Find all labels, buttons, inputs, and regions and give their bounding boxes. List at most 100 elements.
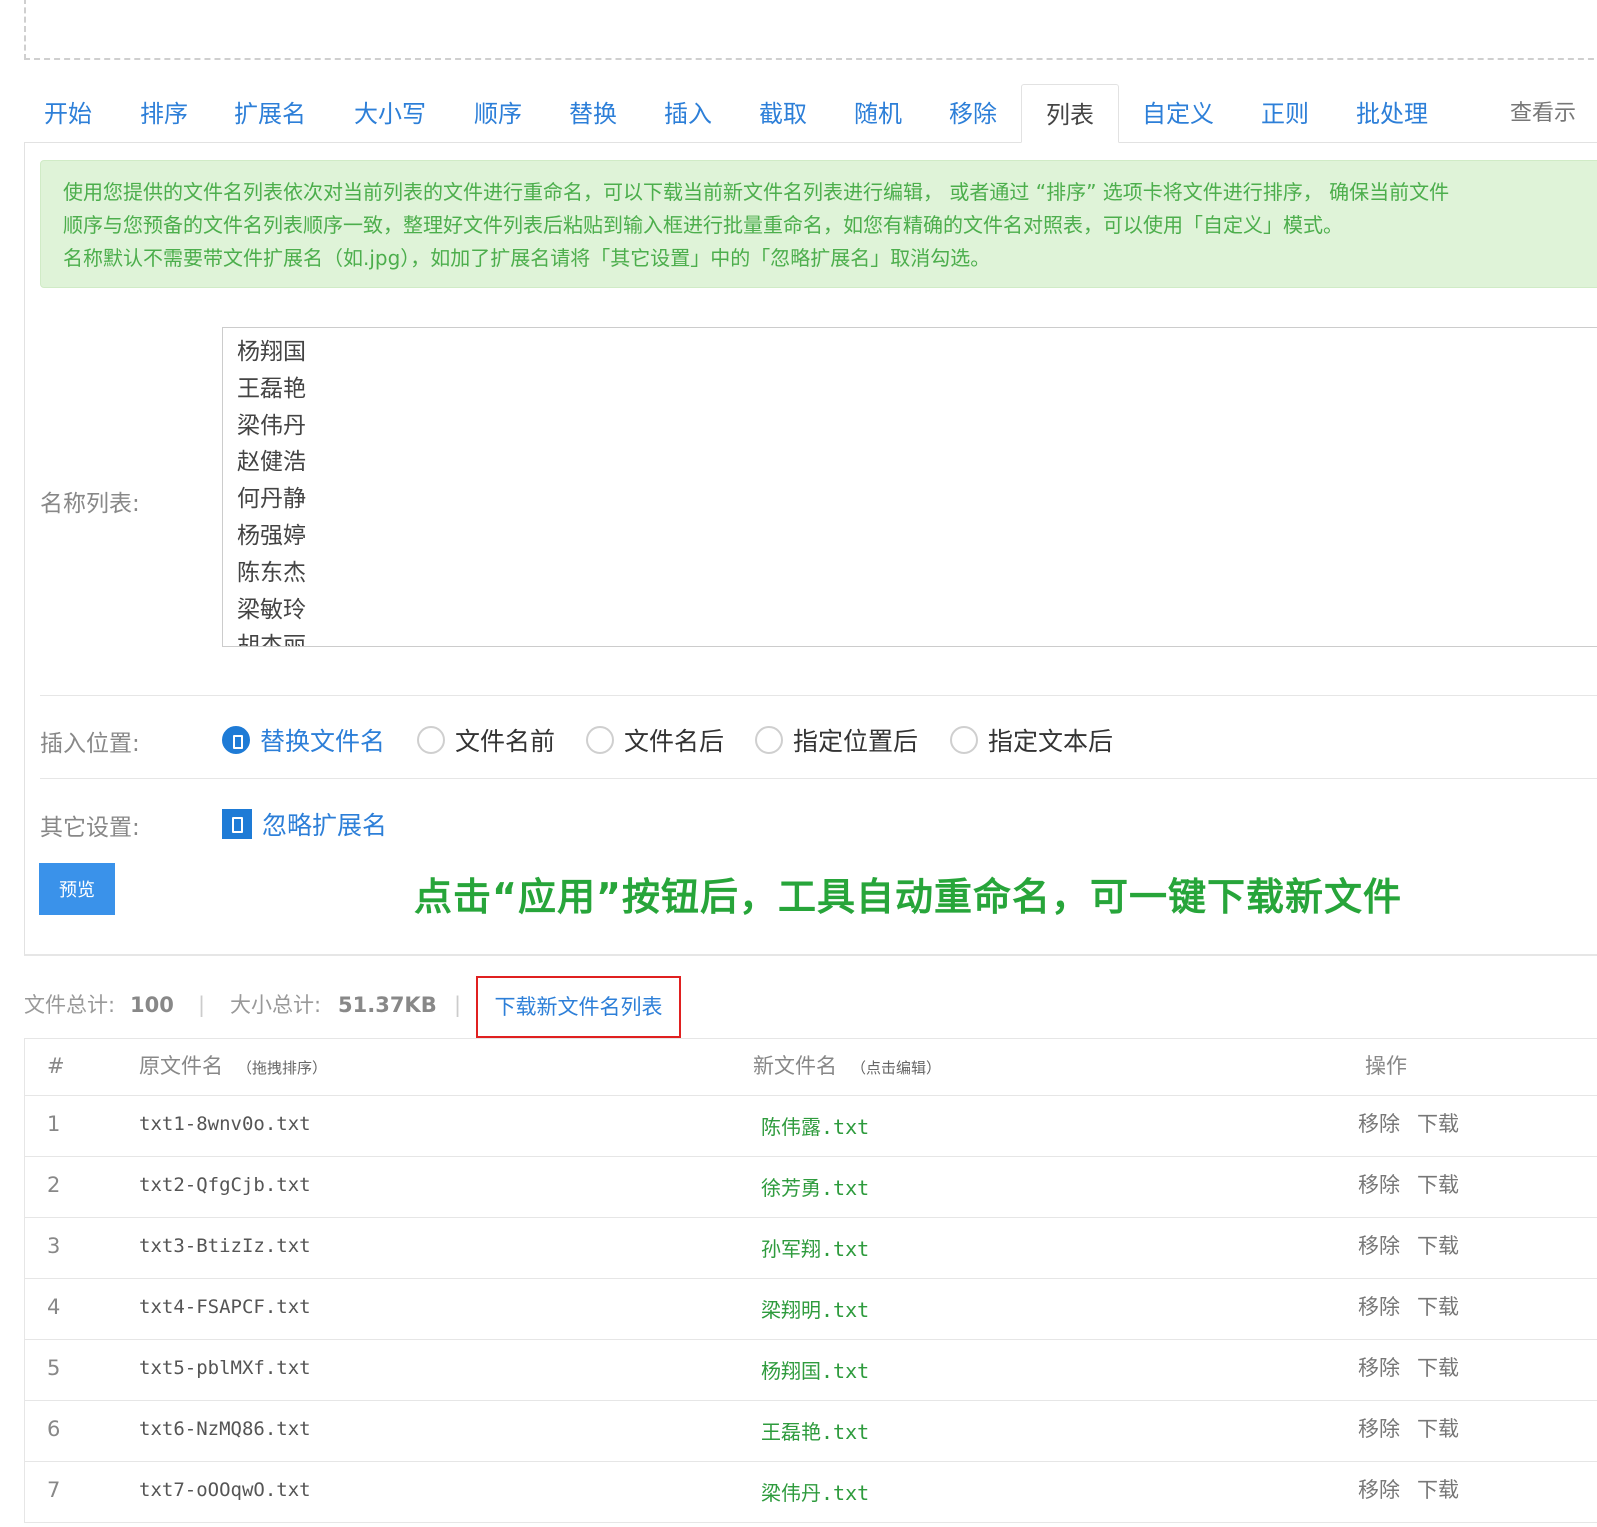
row-new-name[interactable]: 王磊艳.txt <box>761 1404 869 1460</box>
annotation-caption: 点击“应用”按钮后，工具自动重命名，可一键下载新文件 <box>414 875 1402 919</box>
table-row: 7 txt7-oOOqwO.txt 梁伟丹.txt 移除 下载 <box>25 1462 1597 1523</box>
tab-view-example[interactable]: 查看示 <box>1510 84 1576 142</box>
size-total-label: 大小总计: <box>230 993 322 1017</box>
col-orig-header: 原文件名 （拖拽排序） <box>139 1039 327 1095</box>
table-row: 1 txt1-8wnv0o.txt 陈伟露.txt 移除 下载 <box>25 1096 1597 1157</box>
tab-regex[interactable]: 正则 <box>1261 84 1309 142</box>
info-alert: 使用您提供的文件名列表依次对当前列表的文件进行重命名，可以下载当前新文件名列表进… <box>40 160 1597 288</box>
radio-after-filename[interactable]: 文件名后 <box>586 722 724 758</box>
file-total-value: 100 <box>130 993 174 1017</box>
row-orig-name: txt2-QfgCjb.txt <box>139 1174 311 1196</box>
name-line: 杨强婷 <box>237 522 306 549</box>
download-new-names-link[interactable]: 下载新文件名列表 <box>476 976 681 1038</box>
alert-line-3: 名称默认不需要带文件扩展名（如.jpg），如加了扩展名请将「其它设置」中的「忽略… <box>63 246 991 270</box>
row-new-name[interactable]: 梁翔明.txt <box>761 1282 869 1338</box>
stats-separator: | <box>198 993 206 1017</box>
table-row: 5 txt5-pblMXf.txt 杨翔国.txt 移除 下载 <box>25 1340 1597 1401</box>
download-link[interactable]: 下载 <box>1417 1096 1459 1152</box>
tab-extension[interactable]: 扩展名 <box>234 84 306 142</box>
tab-order[interactable]: 顺序 <box>474 84 522 142</box>
row-orig-name: txt6-NzMQ86.txt <box>139 1418 311 1440</box>
name-line: 梁敏玲 <box>237 596 306 623</box>
radio-unchecked-icon <box>755 726 783 754</box>
radio-label: 文件名后 <box>624 727 725 756</box>
row-orig-name: txt4-FSAPCF.txt <box>139 1296 311 1318</box>
file-total-label: 文件总计: <box>24 993 116 1017</box>
radio-label: 指定文本后 <box>988 727 1114 756</box>
tab-list[interactable]: 列表 <box>1021 84 1119 143</box>
alert-line-1: 使用您提供的文件名列表依次对当前列表的文件进行重命名，可以下载当前新文件名列表进… <box>63 180 1450 204</box>
size-total-value: 51.37KB <box>338 993 437 1017</box>
col-new-hint: （点击编辑） <box>851 1059 942 1077</box>
name-line: 赵健浩 <box>237 449 306 476</box>
tab-substring[interactable]: 截取 <box>759 84 807 142</box>
row-new-name[interactable]: 徐芳勇.txt <box>761 1160 869 1216</box>
row-orig-name: txt3-BtizIz.txt <box>139 1235 311 1257</box>
radio-before-filename[interactable]: 文件名前 <box>417 722 555 758</box>
table-row: 3 txt3-BtizIz.txt 孙军翔.txt 移除 下载 <box>25 1218 1597 1279</box>
row-num: 7 <box>47 1478 61 1502</box>
tab-sort[interactable]: 排序 <box>140 84 188 142</box>
file-stats: 文件总计: 100 | 大小总计: 51.37KB | <box>24 988 484 1022</box>
name-line: 何丹静 <box>237 486 306 513</box>
name-line: 梁伟丹 <box>237 412 306 439</box>
tab-remove[interactable]: 移除 <box>949 84 997 142</box>
table-row: 6 txt6-NzMQ86.txt 王磊艳.txt 移除 下载 <box>25 1401 1597 1462</box>
download-link[interactable]: 下载 <box>1417 1462 1459 1518</box>
divider <box>40 695 1597 696</box>
name-line: 陈东杰 <box>237 559 306 586</box>
radio-replace-filename[interactable]: 替换文件名 <box>222 722 385 758</box>
file-drop-zone[interactable] <box>24 0 1597 60</box>
radio-unchecked-icon <box>586 726 614 754</box>
names-list-label: 名称列表: <box>40 491 140 517</box>
row-new-name[interactable]: 孙军翔.txt <box>761 1221 869 1277</box>
row-num: 3 <box>47 1234 61 1258</box>
remove-link[interactable]: 移除 <box>1358 1218 1400 1274</box>
row-num: 4 <box>47 1295 61 1319</box>
row-orig-name: txt1-8wnv0o.txt <box>139 1113 311 1135</box>
remove-link[interactable]: 移除 <box>1358 1157 1400 1213</box>
tab-batch[interactable]: 批处理 <box>1356 84 1428 142</box>
tab-random[interactable]: 随机 <box>854 84 902 142</box>
radio-unchecked-icon <box>417 726 445 754</box>
row-new-name[interactable]: 梁伟丹.txt <box>761 1465 869 1521</box>
row-num: 2 <box>47 1173 61 1197</box>
download-link[interactable]: 下载 <box>1417 1340 1459 1396</box>
row-num: 1 <box>47 1112 61 1136</box>
radio-after-text[interactable]: 指定文本后 <box>950 722 1113 758</box>
tab-custom[interactable]: 自定义 <box>1142 84 1214 142</box>
tab-start[interactable]: 开始 <box>44 84 92 142</box>
download-link[interactable]: 下载 <box>1417 1157 1459 1213</box>
name-line: 杨翔国 <box>237 339 306 365</box>
radio-label: 文件名前 <box>455 727 556 756</box>
insert-position-radio-group: 替换文件名 文件名前 文件名后 指定位置后 指定文本后 <box>0 722 1597 758</box>
row-num: 6 <box>47 1417 61 1441</box>
ignore-extension-checkbox[interactable]: 忽略扩展名 <box>222 806 387 842</box>
tab-insert[interactable]: 插入 <box>664 84 712 142</box>
remove-link[interactable]: 移除 <box>1358 1279 1400 1335</box>
col-ops-header: 操作 <box>1365 1054 1407 1078</box>
remove-link[interactable]: 移除 <box>1358 1401 1400 1457</box>
table-header: # 原文件名 （拖拽排序） 新文件名 （点击编辑） 操作 <box>25 1039 1597 1096</box>
row-new-name[interactable]: 陈伟露.txt <box>761 1099 869 1155</box>
radio-after-position[interactable]: 指定位置后 <box>755 722 918 758</box>
ignore-extension-label: 忽略扩展名 <box>262 811 388 840</box>
tab-replace[interactable]: 替换 <box>569 84 617 142</box>
stats-separator: | <box>454 993 462 1017</box>
remove-link[interactable]: 移除 <box>1358 1096 1400 1152</box>
preview-button[interactable]: 预览 <box>39 863 115 915</box>
remove-link[interactable]: 移除 <box>1358 1462 1400 1518</box>
radio-label: 指定位置后 <box>793 727 919 756</box>
col-new-title: 新文件名 <box>753 1054 837 1078</box>
tab-case[interactable]: 大小写 <box>354 84 426 142</box>
download-link[interactable]: 下载 <box>1417 1218 1459 1274</box>
names-list-textarea[interactable]: 杨翔国 王磊艳 梁伟丹 赵健浩 何丹静 杨强婷 陈东杰 梁敏玲 胡杰丽 <box>222 327 1597 647</box>
row-new-name[interactable]: 杨翔国.txt <box>761 1343 869 1399</box>
radio-checked-icon <box>222 726 250 754</box>
col-orig-title: 原文件名 <box>139 1054 223 1078</box>
name-line: 王磊艳 <box>237 375 306 402</box>
name-line: 胡杰丽 <box>237 633 306 647</box>
download-link[interactable]: 下载 <box>1417 1401 1459 1457</box>
download-link[interactable]: 下载 <box>1417 1279 1459 1335</box>
remove-link[interactable]: 移除 <box>1358 1340 1400 1396</box>
